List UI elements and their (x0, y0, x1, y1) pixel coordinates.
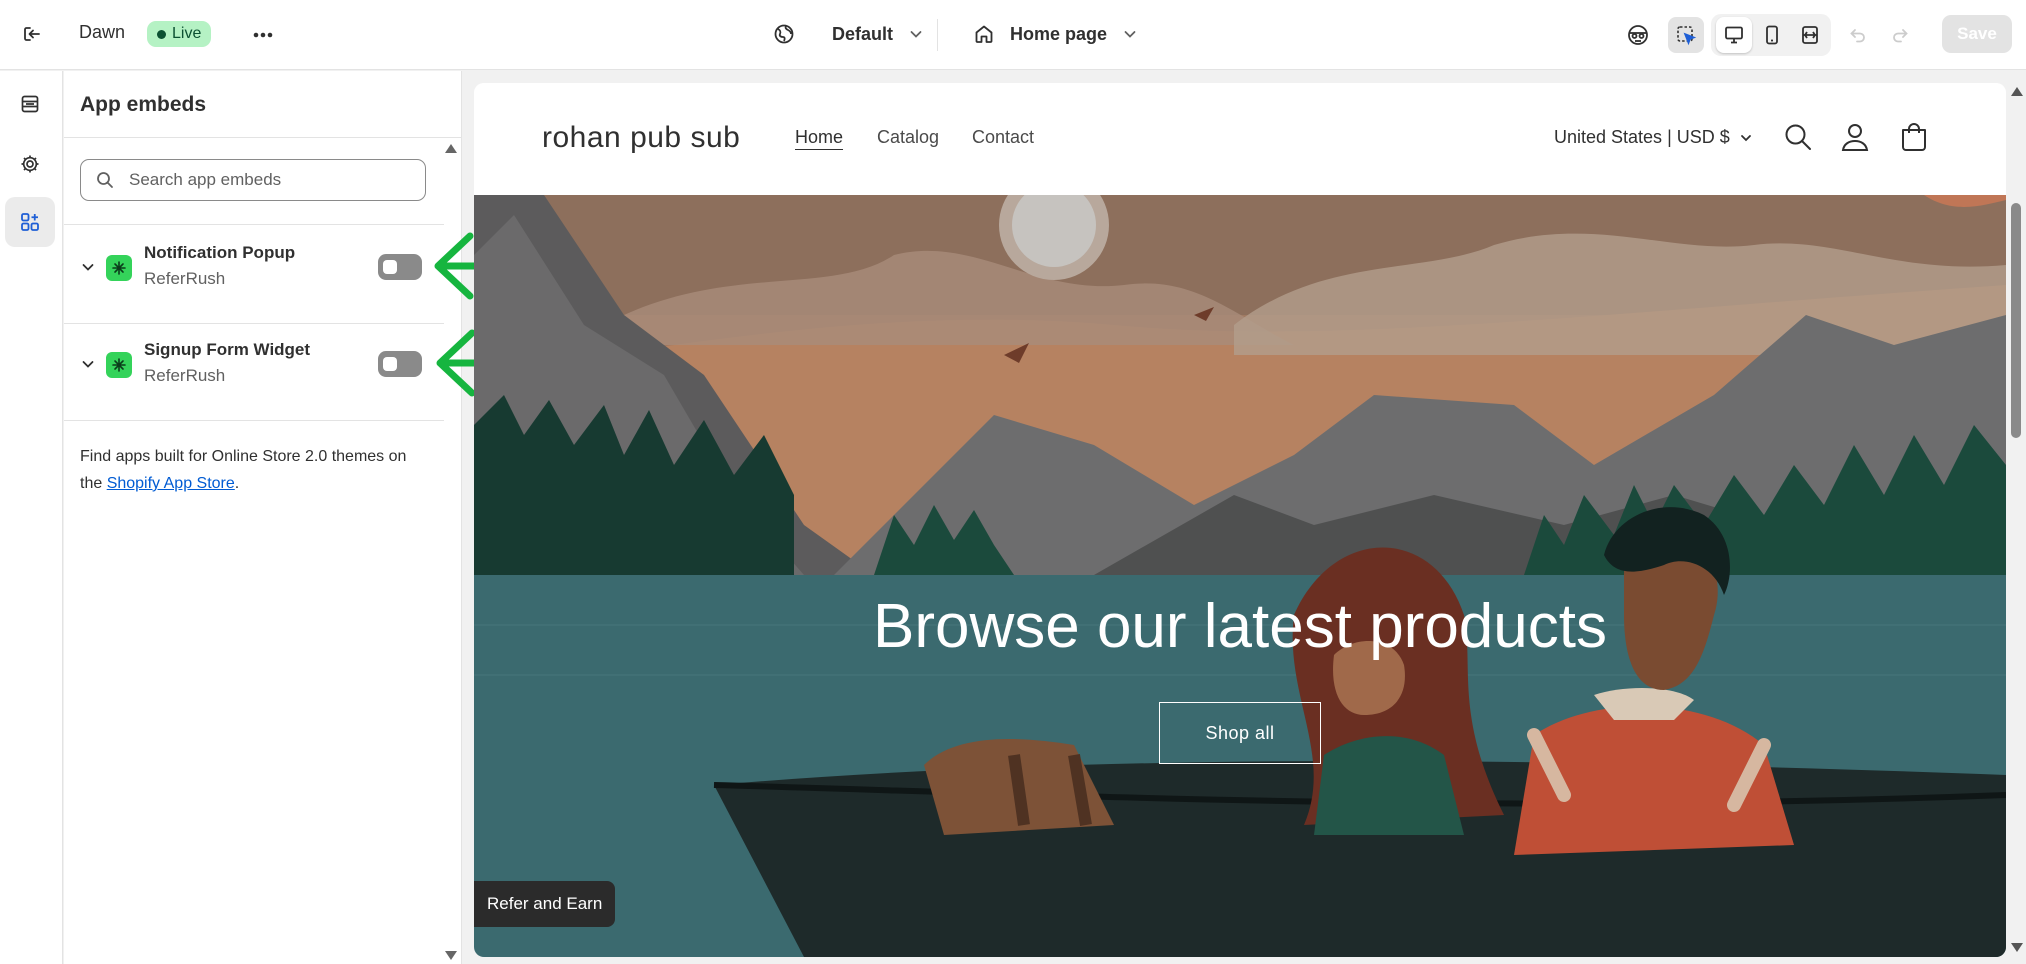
mobile-view-button[interactable] (1754, 17, 1790, 53)
chevron-down-icon[interactable] (79, 258, 97, 276)
referrush-app-icon (106, 352, 132, 378)
panel-header-divider (64, 137, 462, 138)
search-icon (95, 170, 115, 190)
redo-button[interactable] (1882, 17, 1918, 53)
embed-item-notification-popup: Notification Popup ReferRush (64, 226, 444, 322)
page-selector[interactable]: Home page (972, 22, 1139, 46)
cart-icon[interactable] (1898, 121, 1930, 153)
more-actions-button[interactable] (248, 20, 278, 50)
chevron-down-icon[interactable] (79, 355, 97, 373)
apps-plus-icon (19, 211, 41, 233)
scroll-up-arrow[interactable] (445, 144, 457, 153)
template-selector[interactable]: Default (772, 22, 925, 46)
inspector-face-icon (1625, 22, 1651, 48)
scroll-down-arrow[interactable] (2011, 943, 2023, 952)
undo-button[interactable] (1840, 17, 1876, 53)
exit-icon (20, 22, 44, 46)
scroll-down-arrow[interactable] (445, 951, 457, 960)
scroll-up-arrow[interactable] (2011, 87, 2023, 96)
country-currency-selector[interactable]: United States | USD $ (1554, 127, 1754, 148)
hero-heading: Browse our latest products (872, 592, 1607, 661)
app-embeds-nav-button[interactable] (5, 197, 55, 247)
embed-title: Notification Popup (144, 243, 296, 262)
inspector-select-button[interactable] (1668, 17, 1704, 53)
redo-icon (1890, 25, 1910, 45)
sections-icon (19, 93, 41, 115)
hint-text-end: . (234, 475, 240, 492)
embed-app-name: ReferRush (144, 366, 226, 385)
nav-link-home[interactable]: Home (795, 127, 843, 148)
topbar-divider (937, 19, 938, 51)
cursor-select-icon (1674, 23, 1698, 47)
globe-icon (772, 22, 796, 46)
sections-nav-button[interactable] (5, 79, 55, 129)
embed-divider (64, 420, 444, 421)
live-dot (157, 29, 166, 39)
nav-link-catalog[interactable]: Catalog (877, 127, 939, 148)
toggle-knob (383, 357, 397, 371)
hero-illustration (474, 195, 2006, 957)
desktop-view-button[interactable] (1716, 17, 1752, 53)
theme-settings-nav-button[interactable] (5, 139, 55, 189)
shop-all-button[interactable]: Shop all (1159, 702, 1321, 764)
search-divider (64, 224, 444, 225)
mobile-icon (1761, 24, 1783, 46)
save-button[interactable]: Save (1942, 15, 2012, 53)
desktop-icon (1723, 24, 1745, 46)
panel-title: App embeds (80, 93, 207, 116)
template-label: Default (832, 23, 894, 44)
chevron-down-icon (907, 25, 925, 43)
theme-name: Dawn (79, 22, 126, 42)
embed-app-name: ReferRush (144, 269, 226, 288)
toggle-knob (383, 260, 397, 274)
home-icon (972, 22, 996, 46)
nav-link-contact[interactable]: Contact (972, 127, 1034, 148)
region-label: United States | USD $ (1554, 127, 1730, 147)
scrollbar-thumb[interactable] (2011, 203, 2021, 438)
shopify-app-store-link[interactable]: Shopify App Store (107, 475, 235, 492)
store-logo[interactable]: rohan pub sub (542, 121, 740, 155)
page-label: Home page (1010, 23, 1108, 44)
notification-popup-toggle[interactable] (378, 254, 422, 280)
gear-icon (19, 153, 41, 175)
fullwidth-icon (1799, 24, 1821, 46)
search-input[interactable] (129, 170, 409, 190)
app-embeds-panel: App embeds Notification Popup ReferRush … (64, 71, 462, 964)
refer-and-earn-button[interactable]: Refer and Earn (474, 881, 616, 927)
signup-form-widget-toggle[interactable] (378, 351, 422, 377)
app-store-hint: Find apps built for Online Store 2.0 the… (80, 443, 420, 497)
accessibility-button[interactable] (1620, 17, 1656, 53)
live-status-label: Live (172, 25, 202, 42)
embed-item-signup-form-widget: Signup Form Widget ReferRush (64, 323, 444, 419)
exit-button[interactable] (20, 22, 44, 46)
chevron-down-icon (1121, 25, 1139, 43)
live-status-badge: Live (147, 21, 212, 47)
undo-icon (1848, 25, 1868, 45)
referrush-app-icon (106, 255, 132, 281)
preview-scrollbar[interactable] (2008, 83, 2026, 957)
editor-topbar: Dawn Live Default Home page Save (0, 0, 2026, 70)
account-icon[interactable] (1839, 121, 1871, 153)
store-header: rohan pub sub Home Catalog Contact Unite… (474, 83, 2006, 193)
editor-sidebar-rail (0, 71, 63, 964)
search-app-embeds[interactable] (80, 159, 426, 201)
storefront-preview: rohan pub sub Home Catalog Contact Unite… (474, 83, 2006, 957)
embed-title: Signup Form Widget (144, 340, 311, 359)
search-icon[interactable] (1782, 121, 1814, 153)
more-horizontal-icon (248, 20, 278, 50)
chevron-down-icon (1738, 130, 1754, 146)
fullwidth-view-button[interactable] (1792, 17, 1828, 53)
